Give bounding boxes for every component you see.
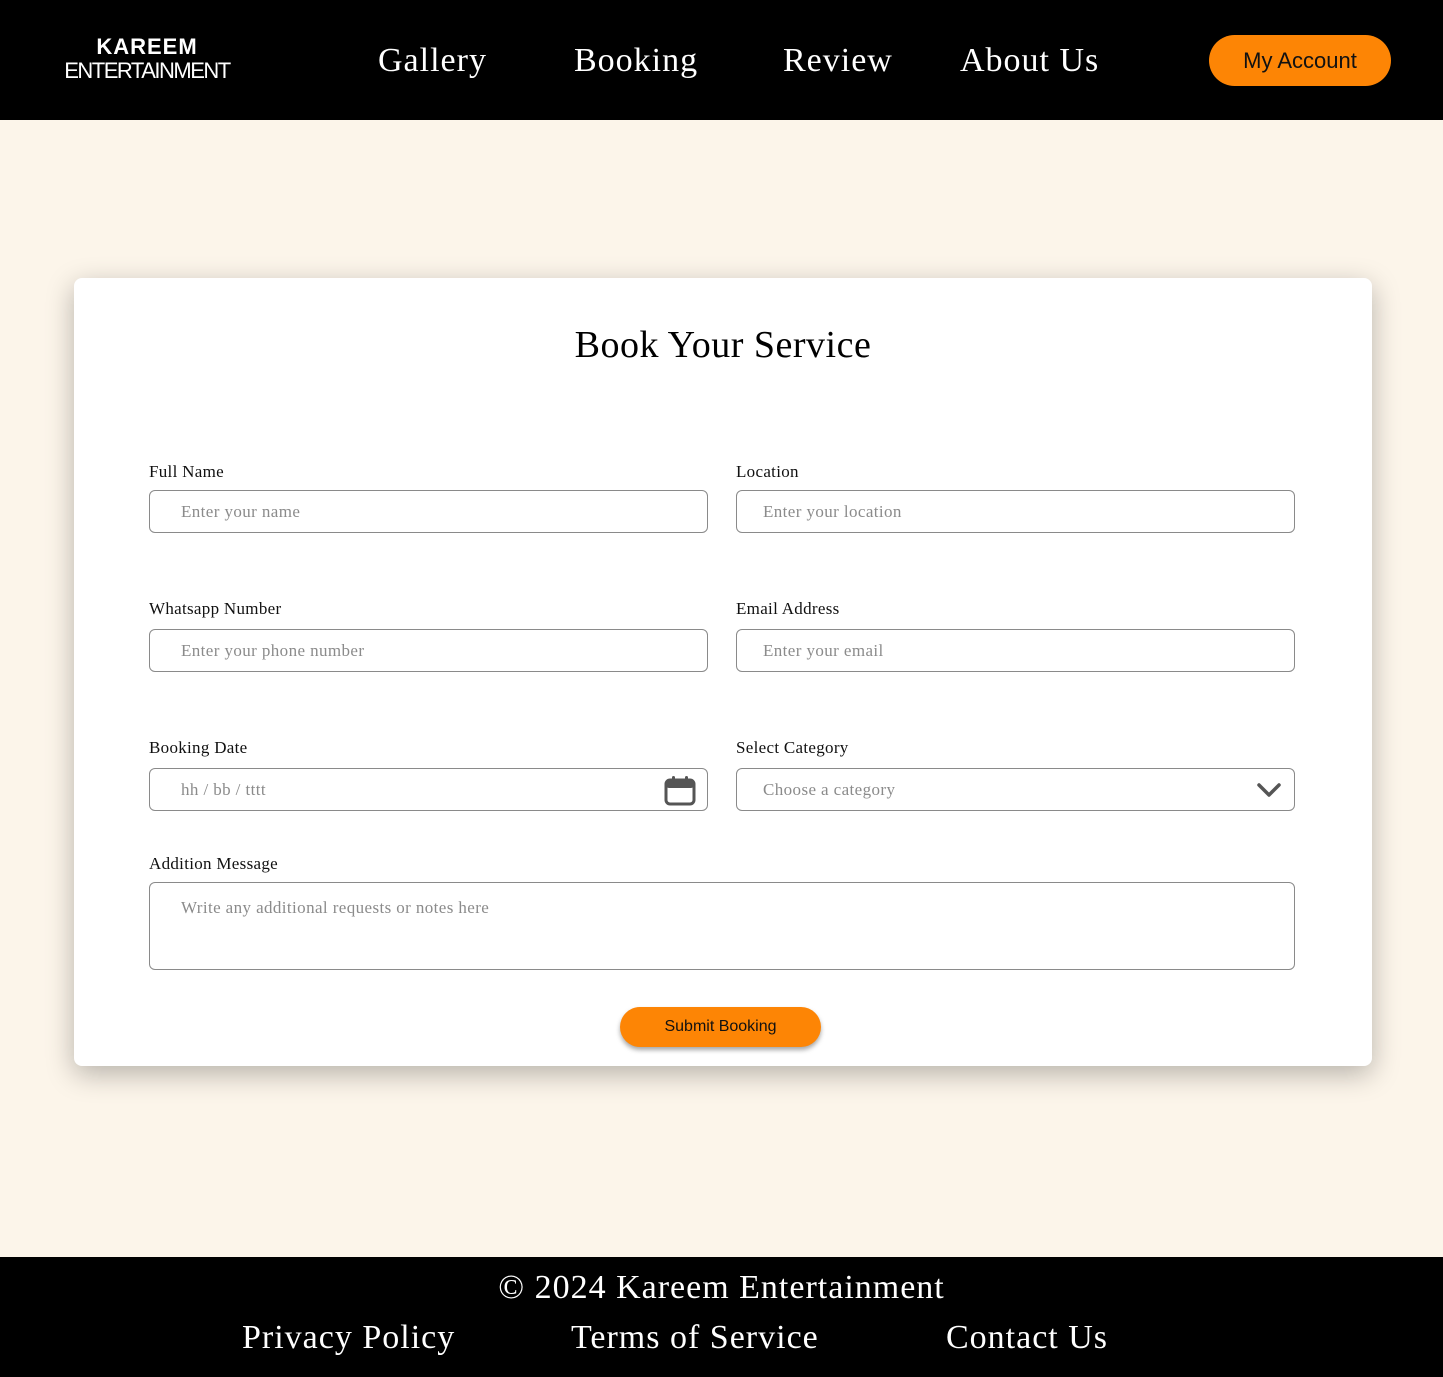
footer-link-privacy-policy[interactable]: Privacy Policy [242,1317,455,1359]
category-select[interactable]: Choose a category [736,768,1295,811]
my-account-button[interactable]: My Account [1209,35,1391,86]
message-placeholder: Write any additional requests or notes h… [181,898,490,917]
logo[interactable]: KAREEM ENTERTAINMENT [57,35,237,83]
footer-link-contact-us[interactable]: Contact Us [946,1317,1108,1359]
category-label: Select Category [736,738,849,757]
nav-review[interactable]: Review [783,40,893,82]
location-input[interactable]: Enter your location [736,490,1295,533]
full-name-input[interactable]: Enter your name [149,490,708,533]
full-name-label: Full Name [149,462,224,481]
nav-booking[interactable]: Booking [574,40,698,82]
message-textarea[interactable]: Write any additional requests or notes h… [149,882,1295,970]
calendar-icon[interactable] [664,776,696,806]
booking-form-card: Book Your Service Full Name Enter your n… [74,278,1372,1066]
booking-date-input[interactable]: hh / bb / tttt [149,768,708,811]
email-input[interactable]: Enter your email [736,629,1295,672]
form-title: Book Your Service [574,324,872,366]
booking-date-placeholder: hh / bb / tttt [181,780,266,799]
booking-date-label: Booking Date [149,738,248,757]
whatsapp-label: Whatsapp Number [149,599,282,618]
copyright-text: © 2024 Kareem Entertainment [498,1269,945,1306]
logo-top-text: KAREEM [96,34,198,59]
email-label: Email Address [736,599,840,618]
submit-booking-button[interactable]: Submit Booking [620,1007,821,1047]
nav-gallery[interactable]: Gallery [378,40,487,82]
whatsapp-input[interactable]: Enter your phone number [149,629,708,672]
footer-link-terms-of-service[interactable]: Terms of Service [571,1317,819,1359]
location-placeholder: Enter your location [763,502,902,521]
logo-bottom-text: ENTERTAINMENT [64,58,231,83]
site-footer: © 2024 Kareem Entertainment Privacy Poli… [0,1257,1443,1377]
whatsapp-placeholder: Enter your phone number [181,641,365,660]
message-label: Addition Message [149,854,278,873]
nav-about-us[interactable]: About Us [960,40,1099,82]
email-placeholder: Enter your email [763,641,884,660]
location-label: Location [736,462,799,481]
full-name-placeholder: Enter your name [181,502,301,521]
site-header: KAREEM ENTERTAINMENT Gallery Booking Rev… [0,0,1443,120]
chevron-down-icon [1257,783,1281,797]
category-placeholder: Choose a category [763,780,896,799]
